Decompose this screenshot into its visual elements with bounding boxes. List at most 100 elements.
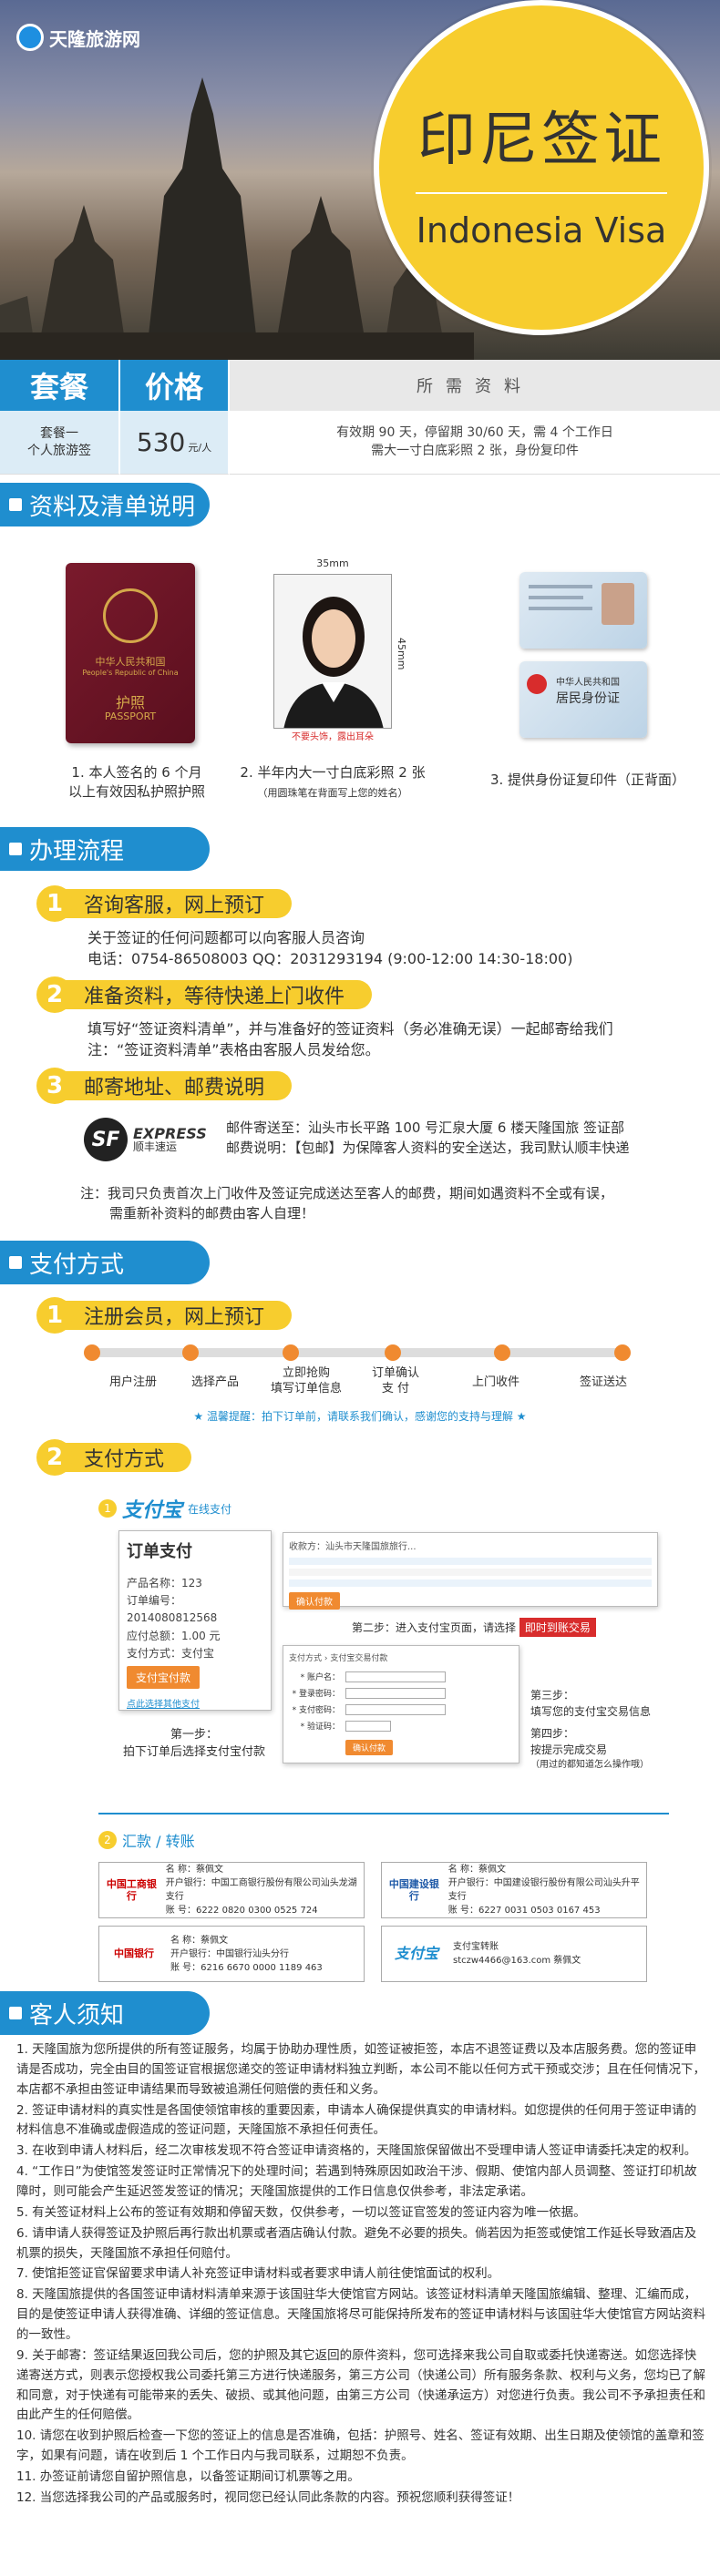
passport-image: 中华人民共和国 People's Republic of China 护照 PA… (66, 563, 195, 743)
bank-card-ccb: 中国建设银行 名 称：蔡佩文 开户银行：中国建设银行股份有限公司汕头升平支行 账… (381, 1862, 647, 1918)
square-icon (9, 843, 22, 855)
notice-item: 5. 有关签证材料上公布的签证有效期和停留天数，仅供参考，一切以签证官签发的签证… (16, 2204, 586, 2220)
notice-item: 8. 天隆国旅提供的各国签证申请材料清单来源于该国驻华大使馆官方网站。该签证材料… (16, 2287, 705, 2343)
id-card-back: 中华人民共和国 居民身份证 (519, 661, 647, 738)
login-password-input[interactable] (345, 1687, 446, 1699)
step-c-line: 第四步： (530, 1727, 575, 1740)
cashier-row (289, 1558, 652, 1565)
caption-passport-line2: 以上有效因私护照护照 (67, 783, 205, 800)
captcha-input[interactable] (345, 1720, 391, 1732)
notice-item: 10. 请您在收到护照后检查一下您的签证上的信息是否准确，包括：护照号、姓名、签… (16, 2428, 705, 2464)
section-materials-title: 资料及清单说明 (29, 493, 196, 521)
bank-account-number: 账 号：6227 0031 0503 0167 453 (447, 1906, 601, 1916)
notice-item: 4. “工作日”为使馆签发签证时正常情况下的处理时间；若遇到特殊原因如政治干涉、… (16, 2164, 697, 2200)
passport-label3: 护照 (115, 694, 145, 711)
progress-dot (385, 1344, 401, 1361)
progress-dot (182, 1344, 199, 1361)
step3-text: 邮件寄送至：汕头市长平路 100 号汇泉大厦 6 楼天隆国旅 签证部 邮费说明：… (226, 1119, 630, 1159)
square-icon (9, 498, 22, 511)
postage-info: 邮费说明：【包邮】为保障客人资料的安全送达，我司默认顺丰快递 (226, 1139, 630, 1156)
id-card-line (529, 596, 583, 599)
passport-label2: People's Republic of China (82, 669, 179, 677)
id-card-emblem-icon (527, 674, 547, 694)
progress-dot (614, 1344, 631, 1361)
requirements-cell: 有效期 90 天，停留期 30/60 天，需 4 个工作日 需大一寸白底彩照 2… (230, 411, 720, 475)
pay-password-input[interactable] (345, 1703, 446, 1715)
instant-transfer-button[interactable]: 即时到账交易 (519, 1618, 596, 1637)
order-title: 订单支付 (127, 1542, 192, 1561)
payment-step-2: 2 支付方式 (36, 1439, 192, 1476)
requirements-line2: 需大一寸白底彩照 2 张，身份复印件 (371, 443, 579, 458)
caption-passport: 1. 本人签名的 6 个月 以上有效因私护照护照 (46, 763, 228, 802)
section-payment-title: 支付方式 (29, 1251, 125, 1279)
payment-step-1: 1 注册会员，网上预订 (36, 1297, 293, 1334)
id-card-subtitle: 居民身份证 (556, 691, 620, 706)
alipay-online-text: 在线支付 (188, 1502, 232, 1516)
transfer-divider (98, 1813, 669, 1814)
alipay-pay-button[interactable]: 支付宝付款 (127, 1665, 201, 1689)
id-photo-sample (273, 574, 392, 729)
sf-express-logo: SF EXPRESS 顺丰速运 (84, 1117, 221, 1162)
step-b-text: 第二步：进入支付宝页面，请选择 (352, 1621, 517, 1634)
bank-account-name: 支付宝转账 (453, 1942, 499, 1952)
sf-cn-text: 顺丰速运 (133, 1140, 178, 1154)
step-title: 支付方式 (64, 1443, 192, 1472)
mail-address: 邮件寄送至：汕头市长平路 100 号汇泉大厦 6 楼天隆国旅 签证部 (226, 1119, 625, 1136)
order-line: 应付总额：1.00 元 (127, 1629, 221, 1642)
header-package: 套餐 (0, 360, 120, 411)
bank-account-name: 名 称：蔡佩文 (165, 1865, 223, 1875)
progress-dot (494, 1344, 510, 1361)
brand-logo[interactable]: 天隆旅游网 (16, 24, 140, 51)
alipay-login-panel: 支付方式 › 支付宝交易付款 * 账户名： * 登录密码： * 支付密码： * … (283, 1645, 519, 1763)
bank-card-alipay: 支付宝 支付宝转账 stczw4466@163.com 蔡佩文 (381, 1926, 647, 1982)
id-card-line (529, 607, 592, 610)
bank-account-number: 账 号：6222 0820 0300 0525 724 (165, 1906, 318, 1916)
cashier-confirm-button[interactable]: 确认付款 (289, 1592, 340, 1610)
other-payment-link[interactable]: 点此选择其他支付 (127, 1696, 263, 1710)
section-materials-header: 资料及清单说明 (0, 483, 210, 526)
package-line1: 套餐一 (40, 426, 78, 442)
alipay-account: stczw4466@163.com 蔡佩文 (453, 1956, 581, 1966)
form-label: * 登录密码： (292, 1690, 340, 1699)
step-a-caption: 第一步： 拍下订单后选择支付宝付款 (108, 1727, 281, 1762)
step3-note: 注：我司只负责首次上门收件及签证完成送达至客人的邮费，期间如遇资料不全或有误， … (80, 1184, 613, 1224)
hero-banner: 天隆旅游网 印尼签证 Indonesia Visa (0, 0, 720, 360)
header-price: 价格 (120, 360, 230, 411)
price-cell: 530 元/人 (120, 411, 230, 475)
step-b-caption: 第二步：进入支付宝页面，请选择 即时到账交易 (352, 1618, 596, 1637)
order-line: 订单编号：2014080812568 (127, 1594, 218, 1625)
booking-tip: ★ 温馨提醒：拍下订单前，请联系我们确认，感谢您的支持与理解 ★ (193, 1410, 527, 1423)
notice-item: 7. 使馆拒签证官保留要求申请人补充签证申请材料或者要求申请人前往使馆面试的权利… (16, 2266, 500, 2282)
progress-label: 上门收件 (471, 1375, 519, 1389)
bank-account-name: 名 称：蔡佩文 (447, 1865, 506, 1875)
form-confirm-button[interactable]: 确认付款 (345, 1740, 394, 1755)
section-process-header: 办理流程 (0, 827, 210, 871)
form-row: * 验证码： (289, 1720, 513, 1732)
icbc-logo-icon: 中国工商银行 (106, 1877, 157, 1902)
progress-label: 用户注册 (108, 1375, 157, 1389)
step3-note-line2: 需重新补资料的邮费由客人自理！ (109, 1204, 315, 1222)
bank-card-boc: 中国银行 名 称：蔡佩文 开户银行：中国银行汕头分行 账 号：6216 6670… (98, 1926, 365, 1982)
package-line2: 个人旅游签 (27, 443, 91, 458)
id-card-front (519, 572, 647, 649)
form-label: * 验证码： (300, 1722, 340, 1732)
section-notice-header: 客人须知 (0, 1991, 210, 2035)
notice-item: 2. 签证申请材料的真实性是各国使领馆审核的重要因素，申请本人确保提供真实的申请… (16, 2102, 697, 2138)
form-row: * 支付密码： (289, 1703, 513, 1715)
notice-item: 3. 在收到申请人材料后，经二次审核发现不符合签证申请资格的，天隆国旅保留做出不… (16, 2143, 697, 2159)
account-input[interactable] (345, 1671, 446, 1682)
form-row: * 账户名： (289, 1671, 513, 1682)
cashier-top: 收款方：汕头市天隆国旅旅行... (289, 1542, 417, 1552)
step2-text: 填写好“签证资料清单”，并与准备好的签证资料（务必准确无误）一起邮寄给我们 注：… (87, 1018, 613, 1060)
process-step-1: 1 咨询客服，网上预订 (36, 885, 293, 922)
id-card-title: 中华人民共和国 (556, 678, 620, 688)
step-c-caption: 第三步： 填写您的支付宝交易信息 第四步： 按提示完成交易 （用过的都知道怎么操… (530, 1687, 651, 1772)
notice-list: 1. 天隆国旅为您所提供的所有签证服务，均属于协助办理性质，如签证被拒签，本店不… (16, 2040, 705, 2510)
transfer-header: 2 汇款 / 转账 (98, 1829, 195, 1851)
progress-label: 选择产品 (190, 1375, 239, 1389)
transfer-number: 2 (98, 1831, 117, 1849)
step-number: 2 (36, 976, 73, 1013)
caption-photo-line2: （用圆珠笔在背面写上您的姓名） (257, 787, 408, 799)
bank-branch: 开户银行：中国建设银行股份有限公司汕头升平支行 (447, 1878, 640, 1902)
id-card-portrait (602, 583, 634, 625)
